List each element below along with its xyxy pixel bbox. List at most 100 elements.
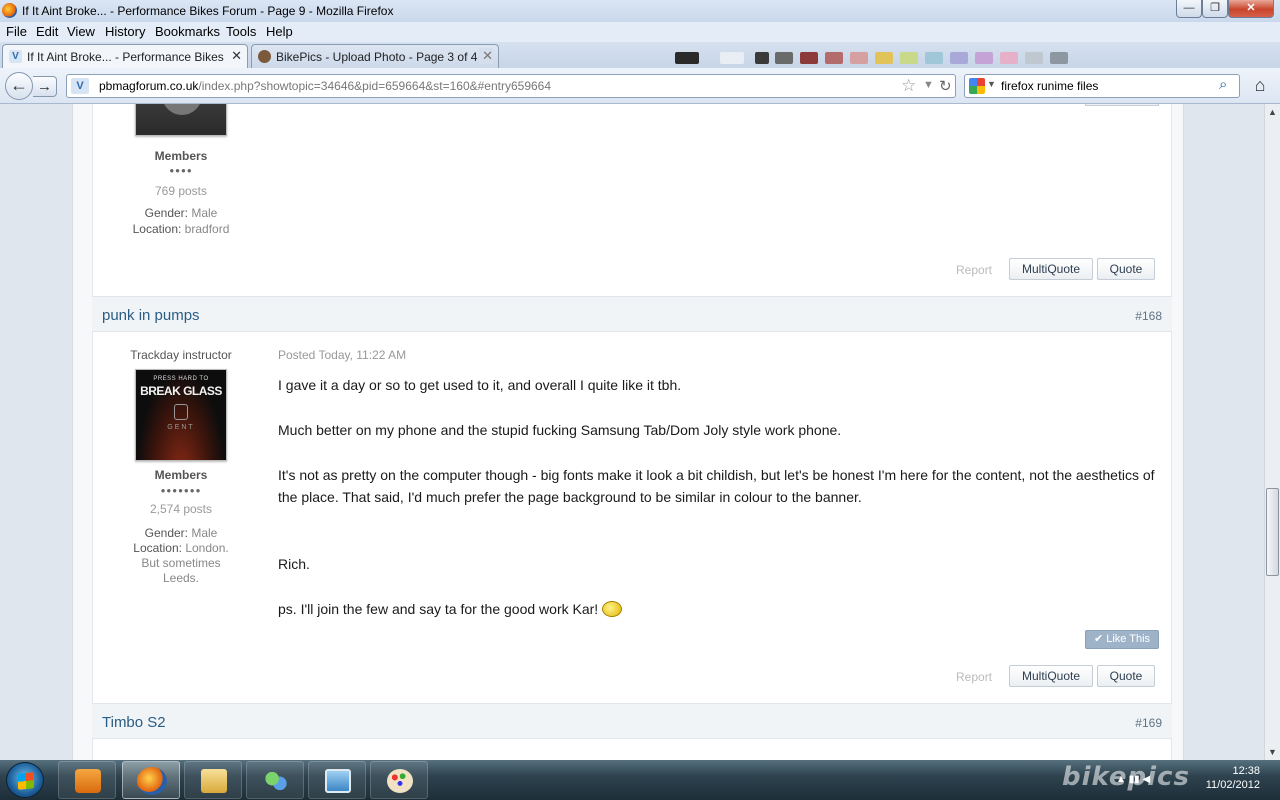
tab-performance-bikes[interactable]: V If It Aint Broke... - Performance Bike… [2, 44, 248, 68]
messenger-icon [263, 769, 289, 793]
post-header: punk in pumps #168 [92, 296, 1172, 332]
firefox-icon [137, 767, 167, 795]
vertical-scrollbar[interactable]: ▲ ▼ [1264, 104, 1280, 760]
system-tray-icon[interactable]: ▲ ▮▮ ◀ [1116, 774, 1180, 790]
decor-swatch [675, 52, 699, 64]
tab-strip: V If It Aint Broke... - Performance Bike… [0, 42, 1280, 108]
tab-bikepics[interactable]: BikePics - Upload Photo - Page 3 of 4 ✕ [251, 44, 499, 68]
scrollbar-thumb[interactable] [1266, 488, 1279, 576]
avatar-text-bottom: GENT [167, 424, 195, 431]
post-number-link[interactable]: #168 [1135, 309, 1162, 323]
decor-swatch [1025, 52, 1043, 64]
member-rank-pips: ●●●● [169, 166, 193, 175]
windows-taskbar: bikepics ▲ ▮▮ ◀ 12:38 11/02/2012 [0, 760, 1280, 800]
pointing-smiley-icon [602, 601, 623, 617]
start-button[interactable] [6, 762, 44, 798]
quote-button[interactable]: Quote [1097, 665, 1155, 687]
post-paragraph: I gave it a day or so to get used to it,… [278, 377, 682, 393]
taskbar-explorer[interactable] [184, 761, 242, 799]
forward-button[interactable]: → [33, 76, 57, 97]
report-link[interactable]: Report [956, 263, 992, 277]
navigation-toolbar: ← → V pbmagforum.co.uk/index.php?showtop… [0, 68, 1280, 104]
clock-time: 12:38 [1232, 765, 1260, 777]
post-author-link[interactable]: Timbo S2 [102, 714, 166, 731]
site-identity-icon[interactable]: V [71, 78, 89, 94]
post-number-link[interactable]: #169 [1135, 716, 1162, 730]
menu-help[interactable]: Help [266, 24, 293, 39]
search-bar[interactable]: ▼ ⌕ [964, 74, 1240, 98]
like-button[interactable] [1085, 104, 1159, 106]
search-icon[interactable]: ⌕ [1219, 76, 1227, 93]
decor-swatch [1050, 52, 1068, 64]
taskbar-paint[interactable] [370, 761, 428, 799]
forum-post [92, 739, 1172, 760]
member-title: Trackday instructor [130, 348, 232, 362]
menu-bar: File Edit View History Bookmarks Tools H… [0, 22, 1280, 42]
url-path: /index.php?showtopic=34646&pid=659664&st… [198, 79, 552, 93]
post-body: I gave it a day or so to get used to it,… [278, 332, 1163, 632]
menu-view[interactable]: View [67, 24, 95, 39]
menu-edit[interactable]: Edit [36, 24, 58, 39]
home-button[interactable]: ⌂ [1248, 74, 1272, 98]
post-paragraph: It's not as pretty on the computer thoug… [278, 467, 1155, 505]
gender-value: Male [191, 526, 218, 540]
multiquote-button[interactable]: MultiQuote [1009, 258, 1093, 280]
member-location: Location: bradford [93, 222, 269, 237]
avatar[interactable]: PRESS HARD TO BREAK GLASS GENT [135, 369, 227, 461]
post-author-link[interactable]: punk in pumps [102, 307, 200, 324]
menu-history[interactable]: History [105, 24, 145, 39]
search-input[interactable] [1001, 78, 1211, 94]
menu-file[interactable]: File [6, 24, 27, 39]
google-search-engine-icon[interactable] [969, 78, 985, 94]
search-engine-dropdown-icon[interactable]: ▼ [987, 79, 996, 89]
scroll-up-arrow-icon[interactable]: ▲ [1265, 104, 1280, 120]
scroll-down-arrow-icon[interactable]: ▼ [1265, 744, 1280, 760]
maximize-button[interactable]: ❐ [1202, 0, 1228, 18]
bookmark-star-icon[interactable]: ☆ [901, 76, 916, 96]
page-viewport: Members ●●●● 769 posts Gender: Male Loca… [0, 104, 1264, 760]
url-dropdown-icon[interactable]: ▼ [923, 79, 934, 91]
tab-label: If It Aint Broke... - Performance Bikes … [27, 50, 238, 64]
close-tab-icon[interactable]: ✕ [228, 48, 242, 64]
report-link[interactable]: Report [956, 670, 992, 684]
taskbar-clock[interactable]: 12:38 11/02/2012 [1190, 764, 1260, 792]
decor-swatch [800, 52, 818, 64]
menu-tools[interactable]: Tools [226, 24, 256, 39]
post-paragraph: ps. I'll join the few and say ta for the… [278, 598, 1163, 620]
forum-posts: Members ●●●● 769 posts Gender: Male Loca… [92, 104, 1172, 760]
avatar[interactable] [135, 104, 227, 136]
clock-date: 11/02/2012 [1205, 779, 1260, 791]
location-value: bradford [184, 222, 230, 236]
folder-icon [201, 769, 227, 793]
forum-post: Members ●●●● 769 posts Gender: Male Loca… [92, 104, 1172, 296]
decor-swatch [775, 52, 793, 64]
taskbar-photo-viewer[interactable] [308, 761, 366, 799]
menu-bookmarks[interactable]: Bookmarks [155, 24, 220, 39]
avatar-text-top: PRESS HARD TO [153, 376, 209, 382]
tab-label: BikePics - Upload Photo - Page 3 of 4 [276, 50, 478, 64]
window-title-bar: If It Aint Broke... - Performance Bikes … [0, 0, 1280, 22]
forum-favicon-icon: V [9, 50, 22, 63]
quote-button[interactable]: Quote [1097, 258, 1155, 280]
url-text[interactable]: pbmagforum.co.uk/index.php?showtopic=346… [99, 79, 551, 93]
decor-swatch [825, 52, 843, 64]
like-this-button[interactable]: ✔ Like This [1085, 630, 1159, 649]
close-window-button[interactable]: ✕ [1228, 0, 1274, 18]
minimize-button[interactable]: — [1176, 0, 1202, 18]
taskbar-media-player[interactable] [58, 761, 116, 799]
member-role: Members [154, 468, 208, 482]
url-bar[interactable]: V pbmagforum.co.uk/index.php?showtopic=3… [66, 74, 956, 98]
location-label: Location: [133, 541, 182, 555]
window-title: If It Aint Broke... - Performance Bikes … [22, 4, 394, 18]
back-button[interactable]: ← [5, 72, 33, 100]
post-count: 2,574 posts [149, 502, 213, 516]
reload-icon[interactable]: ↻ [939, 77, 952, 95]
close-tab-icon[interactable]: ✕ [479, 48, 493, 64]
taskbar-messenger[interactable] [246, 761, 304, 799]
taskbar-firefox[interactable] [122, 761, 180, 799]
gender-value: Male [191, 206, 218, 220]
location-label: Location: [132, 222, 182, 236]
photo-viewer-icon [325, 769, 351, 793]
post-count: 769 posts [154, 184, 208, 198]
multiquote-button[interactable]: MultiQuote [1009, 665, 1093, 687]
